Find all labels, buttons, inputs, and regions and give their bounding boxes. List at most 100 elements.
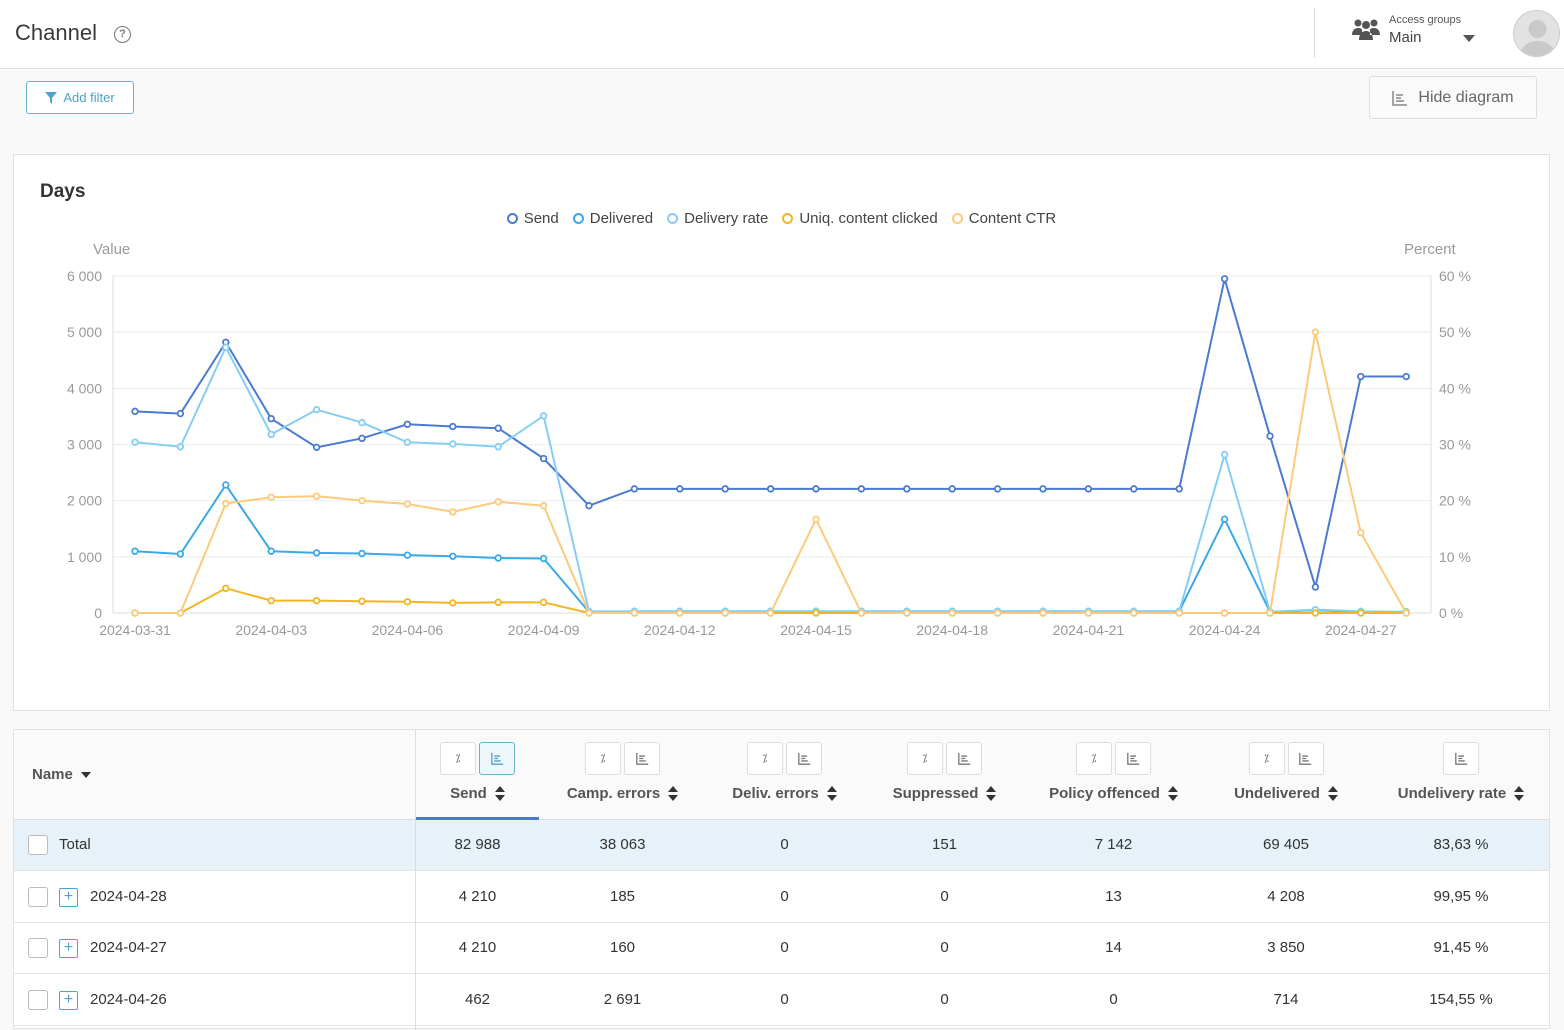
data-point <box>449 422 457 431</box>
data-point <box>267 493 275 501</box>
data-point <box>358 434 366 443</box>
data-point <box>1130 609 1138 617</box>
data-point <box>494 554 502 562</box>
chart-toggle-button[interactable] <box>1115 742 1151 775</box>
column-sort-button[interactable]: Undelivery rate <box>1371 785 1551 802</box>
table-cell: 462 <box>464 990 491 1008</box>
chart-icon <box>1392 90 1408 106</box>
row-name: 2024-04-27 <box>90 939 167 956</box>
series-line <box>134 345 1407 613</box>
chevron-down-icon[interactable] <box>1463 35 1475 42</box>
column-sort-button[interactable]: Deliv. errors <box>706 785 863 802</box>
data-point <box>267 596 275 605</box>
data-point <box>948 485 956 493</box>
table-cell: 7 142 <box>1094 836 1133 853</box>
data-point <box>1357 372 1365 381</box>
data-point <box>358 418 366 427</box>
add-filter-button[interactable]: Add filter <box>26 81 134 114</box>
series-line <box>135 331 1408 614</box>
y-tick-label: 5 000 <box>67 324 102 340</box>
row-checkbox[interactable] <box>28 835 48 855</box>
add-filter-label: Add filter <box>63 90 115 105</box>
data-point <box>403 598 412 606</box>
data-point <box>539 412 548 420</box>
data-point <box>1357 609 1365 617</box>
percent-toggle-button[interactable]: ⁒ <box>1076 742 1112 775</box>
column-label: Deliv. errors <box>732 785 819 802</box>
percent-toggle-button[interactable]: ⁒ <box>585 742 621 775</box>
name-column-header[interactable]: Name <box>32 766 91 783</box>
table-cell: 2 691 <box>603 990 642 1008</box>
sort-icon <box>1514 786 1525 802</box>
column-label: Camp. errors <box>566 785 661 802</box>
data-point <box>176 443 185 451</box>
percent-toggle-button[interactable]: ⁒ <box>440 742 476 775</box>
row-checkbox[interactable] <box>28 886 48 907</box>
access-group-select[interactable]: Main <box>1389 29 1422 46</box>
chart-toggle-button[interactable] <box>624 742 660 775</box>
data-point <box>131 407 139 416</box>
data-point <box>766 485 775 493</box>
expand-row-button[interactable]: + <box>59 990 78 1010</box>
data-point <box>494 424 502 432</box>
x-tick-label: 2024-04-15 <box>780 622 852 638</box>
data-point <box>676 609 684 617</box>
column-label: Policy offenced <box>1049 785 1160 802</box>
chart-toggle-button[interactable] <box>786 742 822 775</box>
row-checkbox[interactable] <box>28 989 48 1010</box>
column-sort-button[interactable]: Suppressed <box>863 785 1026 802</box>
percent-toggle-button[interactable]: ⁒ <box>1248 742 1285 775</box>
y-tick-label: 4 000 <box>67 380 102 396</box>
x-tick-label: 2024-04-24 <box>1189 622 1261 638</box>
data-point <box>585 502 593 510</box>
table-cell: 83,63 % <box>1433 836 1489 853</box>
data-point <box>812 609 820 617</box>
table-row: +2024-04-27 4 210 160 0 0 14 3 850 91,45 % <box>14 923 1549 974</box>
hide-diagram-button[interactable]: Hide diagram <box>1369 76 1537 119</box>
data-point <box>1311 328 1320 336</box>
x-tick-label: 2024-04-12 <box>644 622 716 638</box>
chart-icon <box>797 752 811 765</box>
column-sort-button[interactable]: Camp. errors <box>539 785 706 802</box>
data-point <box>358 549 366 558</box>
column-sort-button[interactable]: Policy offenced <box>1026 785 1201 802</box>
data-point <box>948 609 956 617</box>
expand-row-button[interactable]: + <box>59 939 78 958</box>
data-point <box>903 609 911 617</box>
column-sort-button[interactable]: Send <box>416 785 539 802</box>
percent-toggle-button[interactable]: ⁒ <box>907 742 943 775</box>
data-point <box>766 609 775 617</box>
expand-row-button[interactable]: + <box>59 887 78 907</box>
data-point <box>630 609 639 617</box>
page-title: Channel <box>15 20 97 45</box>
column-divider <box>415 730 416 1030</box>
sort-icon <box>986 786 997 802</box>
data-point <box>539 598 548 607</box>
stats-table: Name ⁒ Send ⁒ Camp. errors ⁒ Deliv. errors ⁒ Su… <box>13 729 1551 1030</box>
percent-toggle-button[interactable]: ⁒ <box>747 742 783 775</box>
chart-toggle-button[interactable] <box>1443 742 1479 775</box>
chart-toggle-button[interactable] <box>946 742 982 775</box>
data-point <box>585 609 593 617</box>
data-point <box>222 584 230 592</box>
data-point <box>1039 609 1047 617</box>
table-header: Name ⁒ Send ⁒ Camp. errors ⁒ Deliv. errors ⁒ Su… <box>14 730 1551 821</box>
avatar[interactable] <box>1513 10 1560 57</box>
row-checkbox[interactable] <box>28 938 48 958</box>
row-name: 2024-04-28 <box>90 887 167 905</box>
data-point <box>857 485 866 493</box>
chart-toggle-button[interactable] <box>1287 742 1324 775</box>
chart-toggle-button[interactable] <box>479 742 515 775</box>
series-line <box>134 278 1407 588</box>
table-cell: 14 <box>1105 939 1122 956</box>
y2-tick-label: 20 % <box>1439 493 1471 509</box>
data-point <box>222 343 230 352</box>
help-icon[interactable]: ? <box>114 26 131 43</box>
data-point <box>403 420 412 428</box>
table-cell: 99,95 % <box>1433 887 1489 905</box>
column-sort-button[interactable]: Undelivered <box>1201 785 1371 802</box>
x-tick-label: 2024-04-09 <box>508 622 580 638</box>
table-cell: 82 988 <box>454 836 501 853</box>
y-tick-label: 1 000 <box>67 549 102 565</box>
table-cell: 0 <box>1109 990 1118 1008</box>
